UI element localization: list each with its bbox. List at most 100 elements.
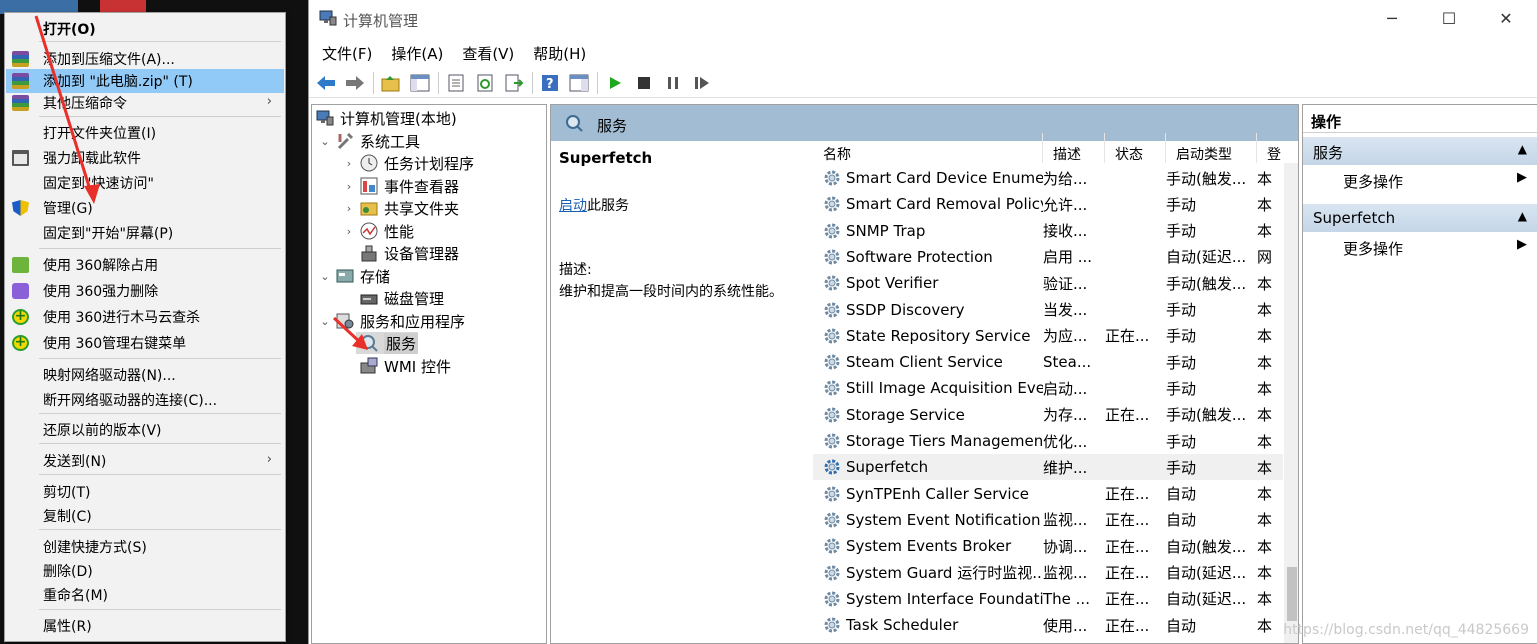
- service-row[interactable]: System Events Broker 协调... 正在... 自动(触发... 本: [813, 533, 1283, 559]
- context-menu-item[interactable]: 属性(R): [6, 614, 284, 638]
- menu-view[interactable]: 查看(V): [449, 40, 514, 66]
- context-menu-item[interactable]: 添加到压缩文件(A)...: [6, 47, 284, 71]
- title-bar[interactable]: 计算机管理 ─ ☐ ✕: [309, 0, 1537, 38]
- vertical-scrollbar[interactable]: [1284, 163, 1298, 643]
- tree-root[interactable]: 计算机管理(本地): [316, 107, 457, 129]
- context-menu-item[interactable]: 复制(C): [6, 504, 284, 528]
- service-row[interactable]: Still Image Acquisition Eve... 启动... 手动 本: [813, 375, 1283, 401]
- context-menu-item[interactable]: 固定到"快速访问": [6, 171, 284, 195]
- tree-disk-management[interactable]: 磁盘管理: [356, 287, 444, 309]
- computer-management-icon: [316, 109, 334, 127]
- service-row[interactable]: System Event Notification ... 监视... 正在... 自…: [813, 507, 1283, 533]
- service-row[interactable]: Spot Verifier 验证... 手动(触发... 本: [813, 270, 1283, 296]
- column-log-on-as[interactable]: 登: [1257, 133, 1283, 163]
- context-menu-item[interactable]: 使用 360强力删除: [6, 279, 284, 303]
- tree-shared-folders[interactable]: › 共享文件夹: [342, 197, 459, 219]
- tree-task-scheduler[interactable]: › 任务计划程序: [342, 152, 474, 174]
- restart-service-icon[interactable]: [691, 72, 713, 94]
- up-folder-icon[interactable]: [380, 72, 402, 94]
- service-row[interactable]: SSDP Discovery 当发... 手动 本: [813, 297, 1283, 323]
- service-row[interactable]: System Guard 运行时监视... 监视... 正在... 自动(延迟... 本: [813, 560, 1283, 586]
- scrollbar-thumb[interactable]: [1287, 567, 1297, 621]
- menu-action[interactable]: 操作(A): [378, 40, 443, 66]
- refresh-icon[interactable]: [474, 72, 496, 94]
- menu-file[interactable]: 文件(F): [309, 40, 372, 66]
- context-menu-item[interactable]: 还原以前的版本(V): [6, 418, 284, 442]
- context-menu-item[interactable]: 使用 360解除占用: [6, 253, 284, 277]
- context-menu-item[interactable]: 删除(D): [6, 559, 284, 583]
- service-row[interactable]: Superfetch 维护... 手动 本: [813, 454, 1283, 481]
- service-row[interactable]: SNMP Trap 接收... 手动 本: [813, 218, 1283, 244]
- back-icon[interactable]: [315, 72, 337, 94]
- context-menu-item[interactable]: 强力卸载此软件: [6, 146, 284, 170]
- service-row[interactable]: Software Protection 启用 ... 自动(延迟... 网: [813, 244, 1283, 270]
- collapse-toggle-icon[interactable]: ›: [342, 180, 356, 193]
- start-service-link[interactable]: 启动: [559, 198, 587, 214]
- forward-icon[interactable]: [344, 72, 366, 94]
- stop-service-icon[interactable]: [633, 72, 655, 94]
- context-menu-item[interactable]: 打开(O): [6, 17, 284, 41]
- properties-icon[interactable]: [445, 72, 467, 94]
- context-menu-item[interactable]: 发送到(N) ›: [6, 449, 284, 473]
- collapse-toggle-icon[interactable]: ›: [342, 202, 356, 215]
- tree-wmi-control[interactable]: WMI 控件: [356, 355, 451, 377]
- context-menu-item[interactable]: + 使用 360进行木马云查杀: [6, 305, 284, 329]
- show-hide-tree-icon[interactable]: [409, 72, 431, 94]
- context-menu-item[interactable]: 断开网络驱动器的连接(C)...: [6, 388, 284, 412]
- collapse-icon[interactable]: ▲: [1518, 209, 1527, 223]
- expand-toggle-icon[interactable]: ⌄: [318, 270, 332, 283]
- column-description[interactable]: 描述: [1043, 133, 1105, 163]
- context-menu-item[interactable]: 映射网络驱动器(N)...: [6, 363, 284, 387]
- more-actions-services[interactable]: 更多操作 ▶: [1303, 167, 1537, 193]
- tree-services[interactable]: 服务: [356, 332, 419, 354]
- tree-event-viewer[interactable]: › 事件查看器: [342, 175, 459, 197]
- service-row[interactable]: SynTPEnh Caller Service 正在... 自动 本: [813, 481, 1283, 507]
- pause-service-icon[interactable]: [662, 72, 684, 94]
- export-list-icon[interactable]: [503, 72, 525, 94]
- service-row[interactable]: Task Scheduler 使用... 正在... 自动 本: [813, 612, 1283, 638]
- context-menu-item[interactable]: 打开文件夹位置(I): [6, 121, 284, 145]
- expand-toggle-icon[interactable]: ⌄: [318, 135, 332, 148]
- tree-device-manager[interactable]: 设备管理器: [356, 242, 459, 264]
- context-menu-item[interactable]: 添加到 "此电脑.zip" (T): [6, 69, 284, 93]
- expand-toggle-icon[interactable]: ⌄: [318, 315, 332, 328]
- minimize-button[interactable]: ─: [1367, 6, 1417, 32]
- tree-storage[interactable]: ⌄ 存储: [318, 265, 390, 287]
- context-menu-item[interactable]: 创建快捷方式(S): [6, 535, 284, 559]
- more-actions-superfetch[interactable]: 更多操作 ▶: [1303, 234, 1537, 260]
- service-row[interactable]: State Repository Service 为应... 正在... 手动 本: [813, 323, 1283, 349]
- service-row[interactable]: Smart Card Device Enumer... 为给... 手动(触发...…: [813, 165, 1283, 191]
- context-menu-item[interactable]: 剪切(T): [6, 480, 284, 504]
- context-menu-item[interactable]: 固定到"开始"屏幕(P): [6, 221, 284, 245]
- help-icon[interactable]: ?: [539, 72, 561, 94]
- service-row[interactable]: Storage Service 为存... 正在... 手动(触发... 本: [813, 402, 1283, 428]
- service-name-cell: Task Scheduler: [813, 616, 1043, 634]
- column-startup-type[interactable]: 启动类型: [1166, 133, 1257, 163]
- service-row[interactable]: Storage Tiers Management 优化... 手动 本: [813, 428, 1283, 454]
- collapse-icon[interactable]: ▲: [1518, 142, 1527, 156]
- actions-section-services[interactable]: 服务 ▲: [1303, 137, 1537, 165]
- collapse-toggle-icon[interactable]: ›: [342, 225, 356, 238]
- service-row[interactable]: Smart Card Removal Policy 允许... 手动 本: [813, 191, 1283, 217]
- service-name-cell: SNMP Trap: [813, 222, 1043, 240]
- service-row[interactable]: System Interface Foundati... The ... 正在...…: [813, 586, 1283, 612]
- 360-scan-icon: +: [12, 309, 29, 325]
- show-action-pane-icon[interactable]: [568, 72, 590, 94]
- actions-section-superfetch[interactable]: Superfetch ▲: [1303, 204, 1537, 232]
- start-service-icon[interactable]: [604, 72, 626, 94]
- tree-services-and-applications[interactable]: ⌄ 服务和应用程序: [318, 310, 465, 332]
- service-startup-type: 手动(触发...: [1166, 169, 1247, 188]
- column-status[interactable]: 状态: [1105, 133, 1166, 163]
- context-menu-item[interactable]: 重命名(M): [6, 583, 284, 607]
- context-menu-item[interactable]: 管理(G): [6, 196, 284, 220]
- context-menu-item[interactable]: + 使用 360管理右键菜单: [6, 331, 284, 355]
- menu-help[interactable]: 帮助(H): [520, 40, 586, 66]
- context-menu-item[interactable]: 其他压缩命令 ›: [6, 91, 284, 115]
- maximize-button[interactable]: ☐: [1424, 6, 1474, 32]
- tree-performance[interactable]: › 性能: [342, 220, 414, 242]
- collapse-toggle-icon[interactable]: ›: [342, 157, 356, 170]
- service-row[interactable]: Steam Client Service Stea... 手动 本: [813, 349, 1283, 375]
- tree-system-tools[interactable]: ⌄ 系统工具: [318, 130, 420, 152]
- column-name[interactable]: 名称: [813, 133, 1043, 163]
- close-button[interactable]: ✕: [1481, 6, 1531, 32]
